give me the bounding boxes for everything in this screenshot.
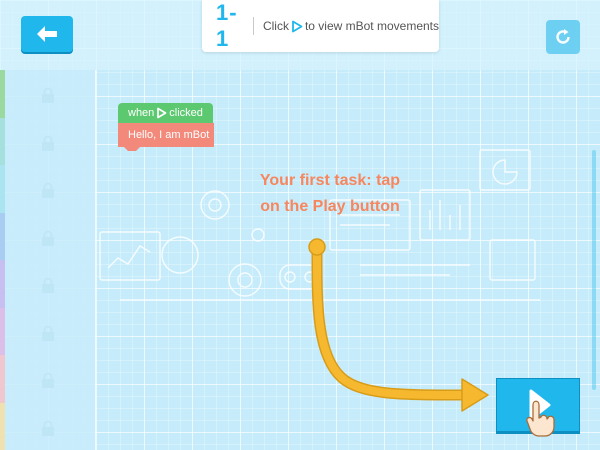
tap-hand-icon (526, 400, 555, 437)
